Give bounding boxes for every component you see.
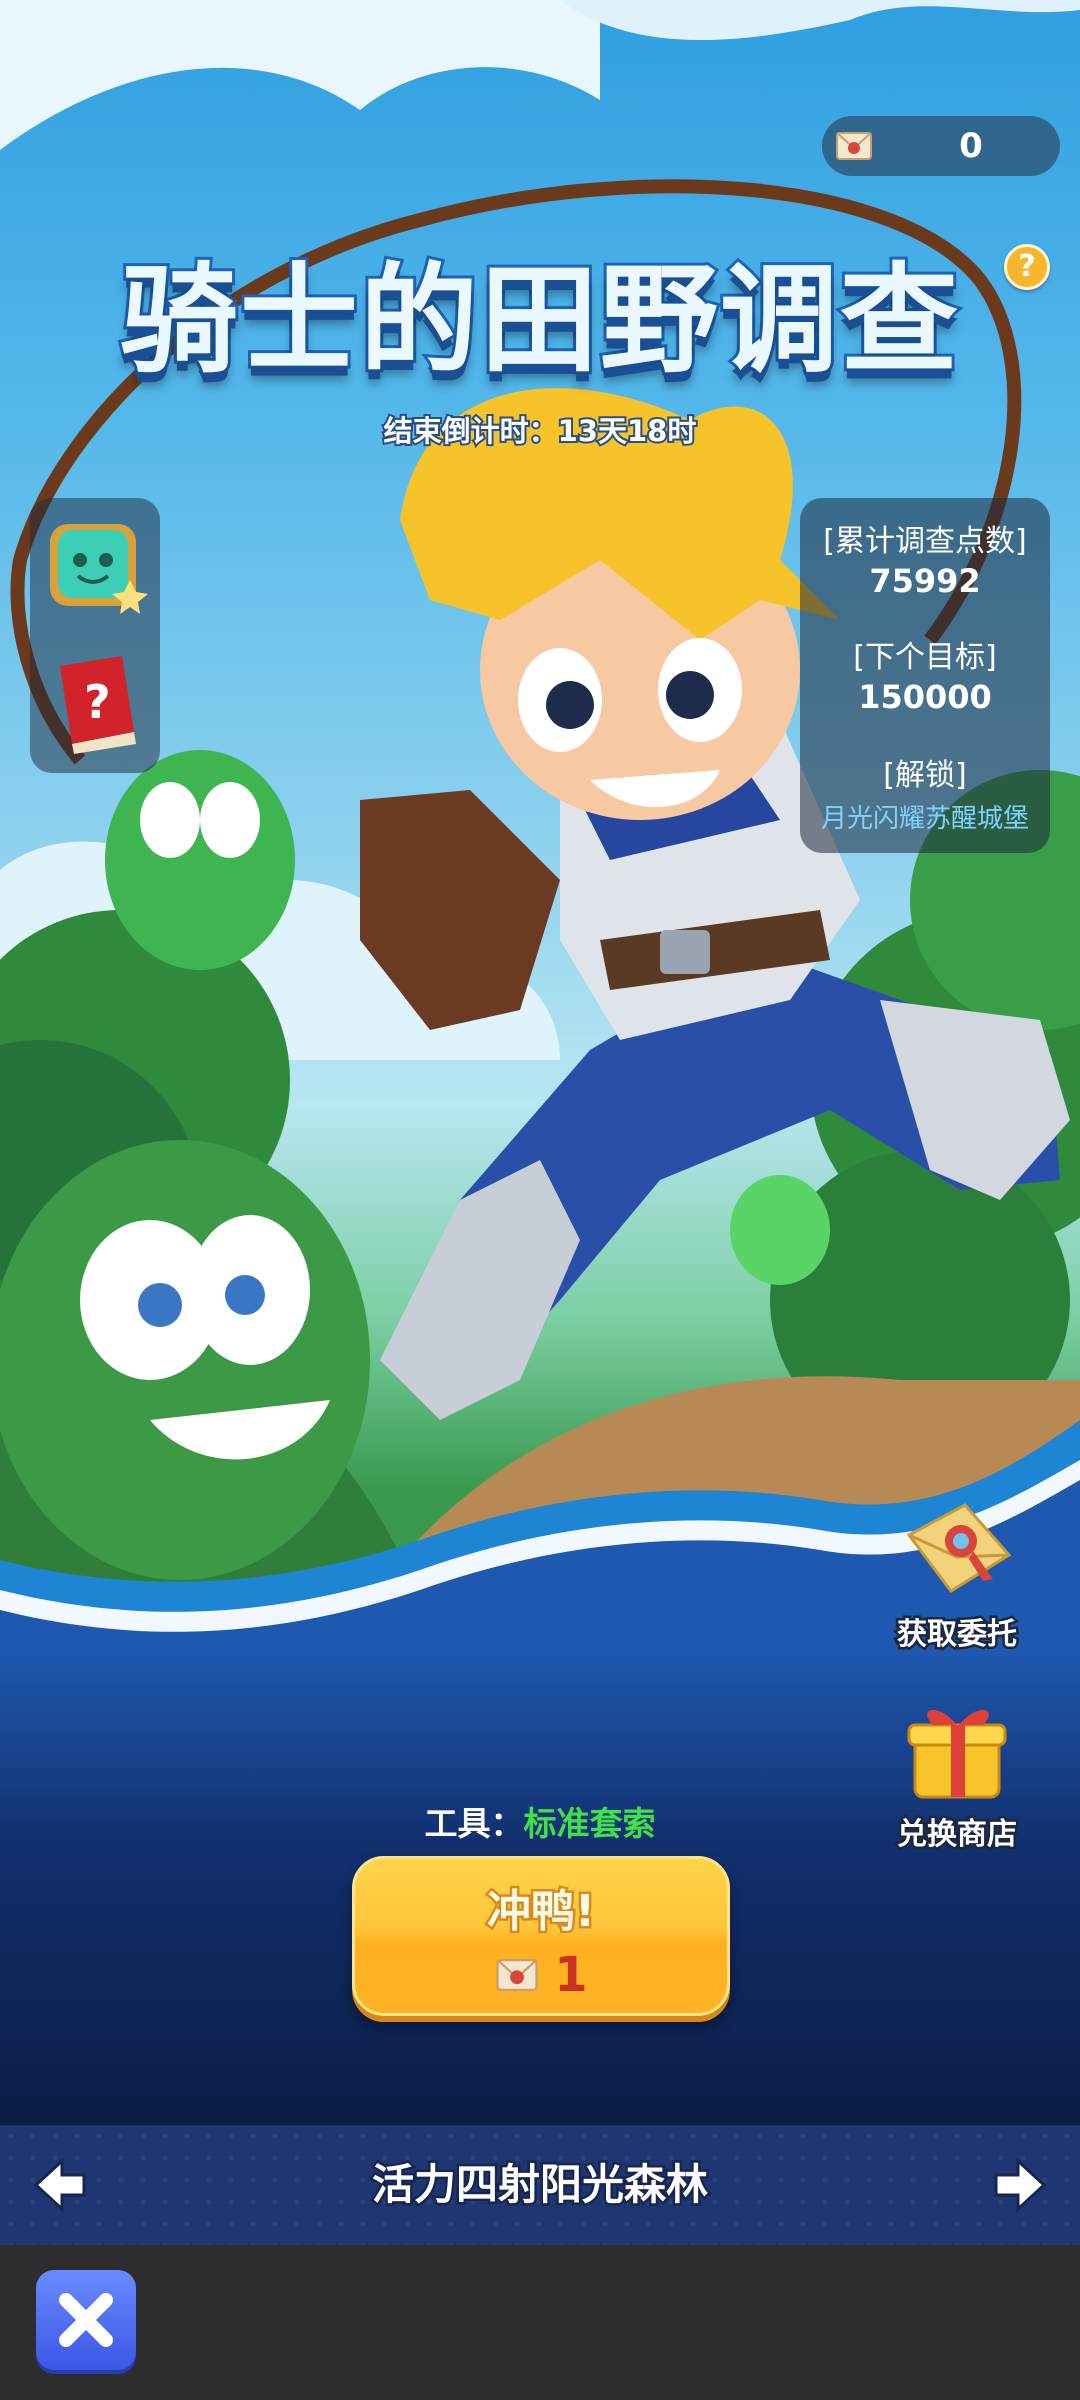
question-book-icon[interactable]: ? — [42, 648, 152, 758]
unlock-label: [解锁] — [883, 758, 967, 793]
get-commission-button[interactable]: 获取委托 — [882, 1495, 1032, 1655]
area-nav-bar: 活力四射阳光森林 — [0, 2125, 1080, 2245]
game-title: 骑士的田野调查 — [117, 248, 961, 392]
unlock-value[interactable]: 月光闪耀苏醒城堡 — [800, 798, 1050, 835]
next-goal-value: 150000 — [858, 678, 992, 716]
system-bar — [0, 2245, 1080, 2400]
tool-label: 工具： — [424, 1804, 524, 1843]
envelope-seal-icon — [906, 1503, 1012, 1593]
gift-box-icon — [907, 1709, 1007, 1799]
event-countdown: 结束倒计时：13天18时 — [382, 412, 699, 450]
help-button[interactable]: ? — [1004, 244, 1050, 290]
total-points-value: 75992 — [869, 562, 981, 600]
go-button-label: 冲鸭! — [484, 1884, 597, 1940]
currency-value: 0 — [959, 126, 983, 166]
get-commission-label: 获取委托 — [895, 1615, 1020, 1655]
side-button-panel: ? — [30, 498, 160, 773]
currency-display[interactable]: 0 — [822, 116, 1060, 176]
title-banner: 骑士的田野调查 — [60, 215, 1020, 425]
ticket-icon — [836, 132, 872, 160]
slime-reward-icon[interactable] — [40, 510, 150, 620]
go-cost-value: 1 — [554, 1947, 588, 2003]
close-icon — [59, 2293, 113, 2347]
total-points-label: [累计调查点数] — [823, 524, 1027, 559]
tool-value[interactable]: 标准套索 — [524, 1804, 656, 1843]
stats-panel: [累计调查点数] 75992 [下个目标] 150000 [解锁] 月光闪耀苏醒… — [800, 498, 1050, 853]
ticket-icon — [496, 1958, 538, 1992]
right-arrow-icon[interactable] — [990, 2155, 1050, 2215]
go-button-cost: 1 — [355, 1947, 727, 2003]
next-goal-label: [下个目标] — [853, 640, 997, 675]
area-title: 活力四射阳光森林 — [369, 2158, 710, 2212]
close-button[interactable] — [36, 2270, 136, 2370]
game-scene: 0 骑士的田野调查 ? 结束倒计时：13天18时 ? [累计调查点数] 7599… — [0, 0, 1080, 2125]
go-button[interactable]: 冲鸭! 1 — [352, 1856, 730, 2016]
svg-text:?: ? — [84, 675, 111, 729]
tool-info: 工具：标准套索 — [0, 1797, 1080, 1845]
